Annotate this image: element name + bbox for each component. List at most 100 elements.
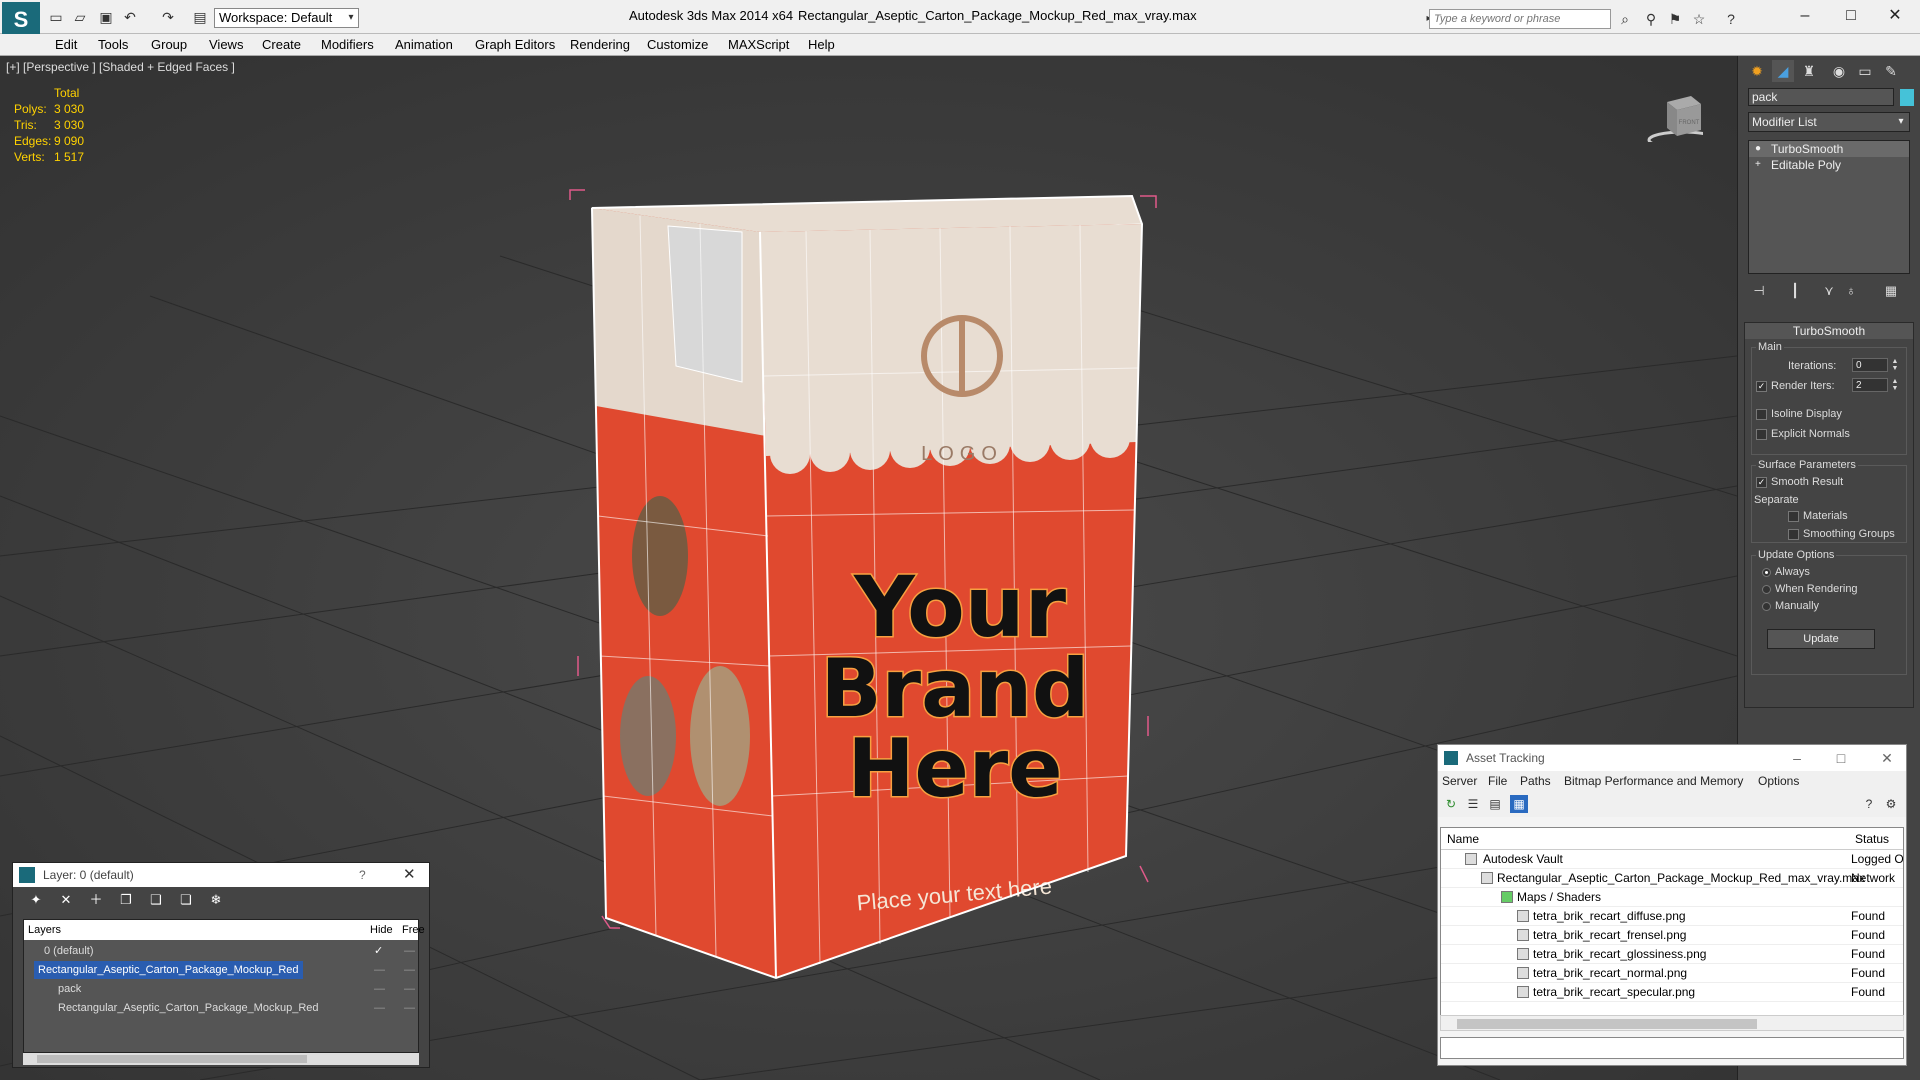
- utilities-tab-icon[interactable]: ✎: [1880, 60, 1902, 82]
- highlight-selected-icon[interactable]: ❑: [147, 891, 165, 909]
- create-tab-icon[interactable]: ✹: [1746, 60, 1768, 82]
- hide-toggle[interactable]: —: [374, 961, 385, 979]
- menu-tools[interactable]: Tools: [98, 37, 128, 52]
- help-query-icon[interactable]: ?: [1860, 795, 1878, 813]
- asset-row[interactable]: Maps / Shaders: [1441, 888, 1903, 907]
- menu-options[interactable]: Options: [1758, 774, 1799, 788]
- close-icon[interactable]: ✕: [1880, 5, 1910, 27]
- asset-row[interactable]: tetra_brik_recart_frensel.png Found: [1441, 926, 1903, 945]
- rollout-header[interactable]: TurboSmooth: [1745, 323, 1913, 339]
- menu-bitmap-performance[interactable]: Bitmap Performance and Memory: [1564, 774, 1743, 788]
- add-to-layer-icon[interactable]: ＋: [87, 891, 105, 909]
- settings-icon[interactable]: ⚙: [1882, 795, 1900, 813]
- binoculars-icon[interactable]: ⌕: [1616, 10, 1634, 28]
- menu-animation[interactable]: Animation: [395, 37, 453, 52]
- hide-toggle[interactable]: —: [374, 999, 385, 1017]
- asset-row[interactable]: tetra_brik_recart_specular.png Found: [1441, 983, 1903, 1002]
- new-layer-icon[interactable]: ✦: [27, 891, 45, 909]
- undo-icon[interactable]: ↶: [122, 9, 138, 25]
- layer-horizontal-scrollbar[interactable]: [23, 1053, 419, 1065]
- viewcube[interactable]: FRONT: [1643, 92, 1703, 142]
- asset-row[interactable]: Rectangular_Aseptic_Carton_Package_Mocku…: [1441, 869, 1903, 888]
- active-layer-check-icon[interactable]: ✓: [374, 942, 383, 960]
- save-icon[interactable]: ▣: [98, 9, 114, 25]
- isoline-display-checkbox[interactable]: [1756, 408, 1767, 420]
- scrollbar-thumb[interactable]: [1457, 1019, 1757, 1029]
- redo-icon[interactable]: ↷: [160, 9, 176, 25]
- help-icon[interactable]: ?: [359, 863, 366, 887]
- delete-layer-icon[interactable]: ✕: [57, 891, 75, 909]
- display-tab-icon[interactable]: ▭: [1854, 60, 1876, 82]
- update-manually-radio[interactable]: [1762, 601, 1771, 611]
- render-iters-checkbox[interactable]: ✓: [1756, 380, 1767, 392]
- list-view-icon[interactable]: ☰: [1464, 795, 1482, 813]
- update-always-row[interactable]: Always: [1762, 566, 1810, 578]
- render-iters-checkbox-row[interactable]: ✓ Render Iters:: [1756, 380, 1835, 392]
- iterations-spinner[interactable]: [1852, 358, 1888, 372]
- viewport-label[interactable]: [+] [Perspective ] [Shaded + Edged Faces…: [6, 60, 235, 74]
- freeze-toggle[interactable]: —: [404, 961, 415, 979]
- freeze-all-icon[interactable]: ❄: [207, 891, 225, 909]
- materials-row[interactable]: Materials: [1788, 510, 1848, 522]
- new-file-icon[interactable]: ▭: [48, 9, 64, 25]
- close-icon[interactable]: ✕: [403, 863, 416, 887]
- menu-create[interactable]: Create: [262, 37, 301, 52]
- modifier-list-dropdown[interactable]: Modifier List: [1748, 112, 1910, 132]
- workspace-dropdown-arrow-icon[interactable]: ▾: [344, 8, 358, 28]
- render-iters-spinner-arrows-icon[interactable]: ▲ ▼: [1890, 378, 1900, 392]
- favorites-star-icon[interactable]: ☆: [1690, 10, 1708, 28]
- minimize-icon[interactable]: –: [1782, 745, 1812, 771]
- render-iters-spinner[interactable]: [1852, 378, 1888, 392]
- expand-plus-icon[interactable]: +: [1755, 157, 1761, 173]
- materials-checkbox[interactable]: [1788, 510, 1799, 522]
- menu-views[interactable]: Views: [209, 37, 243, 52]
- menu-customize[interactable]: Customize: [647, 37, 708, 52]
- stack-item-turbosmooth[interactable]: ● TurboSmooth: [1749, 141, 1909, 157]
- explicit-normals-row[interactable]: Explicit Normals: [1756, 428, 1850, 440]
- freeze-toggle[interactable]: —: [404, 942, 415, 960]
- select-objects-icon[interactable]: ❐: [117, 891, 135, 909]
- workspace-dropdown[interactable]: Workspace: Default: [214, 8, 359, 28]
- menu-help[interactable]: Help: [808, 37, 835, 52]
- remove-modifier-icon[interactable]: ♁: [1842, 282, 1860, 300]
- scrollbar-thumb[interactable]: [37, 1055, 307, 1063]
- grid-view-icon[interactable]: ▦: [1510, 795, 1528, 813]
- open-file-icon[interactable]: ▱: [72, 9, 88, 25]
- modify-tab-icon[interactable]: ◢: [1772, 60, 1794, 82]
- menu-file[interactable]: File: [1488, 774, 1507, 788]
- freeze-toggle[interactable]: —: [404, 999, 415, 1017]
- col-status[interactable]: Status: [1855, 828, 1889, 850]
- col-freeze[interactable]: Free: [402, 920, 425, 940]
- asset-row[interactable]: tetra_brik_recart_glossiness.png Found: [1441, 945, 1903, 964]
- smoothing-groups-row[interactable]: Smoothing Groups: [1788, 528, 1895, 540]
- explicit-normals-checkbox[interactable]: [1756, 428, 1767, 440]
- menu-maxscript[interactable]: MAXScript: [728, 37, 789, 52]
- col-layers[interactable]: Layers: [28, 920, 61, 940]
- menu-rendering[interactable]: Rendering: [570, 37, 630, 52]
- update-manually-row[interactable]: Manually: [1762, 600, 1819, 612]
- iterations-spinner-arrows-icon[interactable]: ▲ ▼: [1890, 358, 1900, 372]
- make-unique-icon[interactable]: ⋎: [1820, 282, 1838, 300]
- col-name[interactable]: Name: [1447, 828, 1479, 850]
- show-end-result-icon[interactable]: ┃: [1786, 282, 1804, 300]
- menu-paths[interactable]: Paths: [1520, 774, 1551, 788]
- asset-row[interactable]: Autodesk Vault Logged O: [1441, 850, 1903, 869]
- motion-tab-icon[interactable]: ◉: [1828, 60, 1850, 82]
- smoothing-groups-checkbox[interactable]: [1788, 528, 1799, 540]
- smooth-result-checkbox[interactable]: ✓: [1756, 476, 1767, 488]
- subscription-icon[interactable]: ⚲: [1642, 10, 1660, 28]
- layer-row[interactable]: Rectangular_Aseptic_Carton_Package_Mocku…: [24, 999, 420, 1017]
- layer-dialog-titlebar[interactable]: Layer: 0 (default) ? ✕: [13, 863, 429, 887]
- communication-icon[interactable]: ⚑: [1666, 10, 1684, 28]
- hierarchy-tab-icon[interactable]: ♜: [1798, 60, 1820, 82]
- pin-stack-icon[interactable]: ⊣: [1750, 282, 1768, 300]
- stack-item-editable-poly[interactable]: + Editable Poly: [1749, 157, 1909, 173]
- table-view-icon[interactable]: ▤: [1486, 795, 1504, 813]
- col-hide[interactable]: Hide: [370, 920, 393, 940]
- menu-server[interactable]: Server: [1442, 774, 1477, 788]
- smooth-result-row[interactable]: ✓ Smooth Result: [1756, 476, 1843, 488]
- update-when-rendering-row[interactable]: When Rendering: [1762, 583, 1858, 595]
- modifier-list-arrow-icon[interactable]: ▾: [1893, 113, 1909, 131]
- app-menu-button[interactable]: S: [2, 2, 40, 38]
- refresh-icon[interactable]: ↻: [1442, 795, 1460, 813]
